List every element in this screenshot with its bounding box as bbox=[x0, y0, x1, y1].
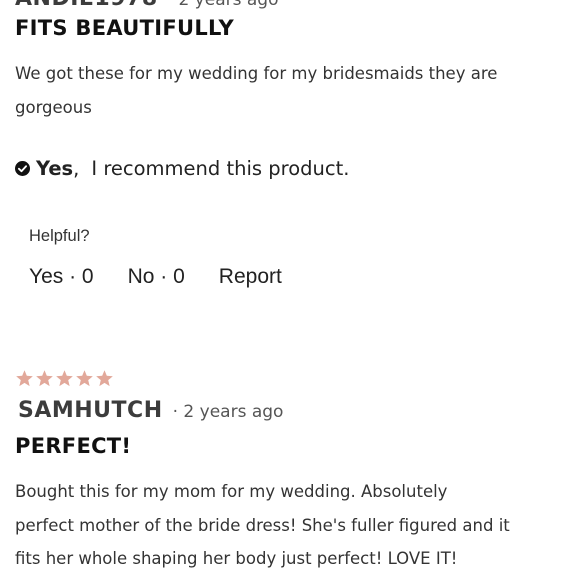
review-title-block: FITS BEAUTIFULLY bbox=[15, 16, 565, 40]
review-title-block: PERFECT! bbox=[15, 434, 565, 458]
reviewer-line: ANDIE1978 · 2 years ago bbox=[15, 0, 565, 11]
review-body: Bought this for my mom for my wedding. A… bbox=[15, 482, 510, 568]
star-icon bbox=[36, 370, 53, 387]
star-icon bbox=[56, 370, 73, 387]
star-rating bbox=[15, 369, 565, 388]
reviewer-block: SAMHUTCH · 2 years ago bbox=[15, 398, 565, 423]
helpful-no-button[interactable]: No · 0 bbox=[128, 265, 185, 289]
helpful-label: Helpful? bbox=[29, 227, 90, 245]
recommend-yes: Yes bbox=[36, 157, 74, 180]
star-icon bbox=[76, 370, 93, 387]
review-age: · 2 years ago bbox=[172, 402, 284, 422]
review-body-block: We got these for my wedding for my bride… bbox=[15, 57, 565, 124]
check-circle-icon bbox=[15, 161, 30, 176]
recommend-block: Yes, I recommend this product. bbox=[15, 157, 565, 180]
recommend-statement: Yes, I recommend this product. bbox=[15, 157, 565, 180]
helpful-yes-button[interactable]: Yes · 0 bbox=[29, 265, 94, 289]
reviewer-name: ANDIE1978 bbox=[15, 0, 158, 11]
reviewer-line: SAMHUTCH · 2 years ago bbox=[18, 398, 565, 423]
review-title: PERFECT! bbox=[15, 434, 132, 458]
recommend-text: I recommend this product. bbox=[91, 157, 350, 180]
reviewer-name: SAMHUTCH bbox=[18, 398, 163, 423]
review-card bbox=[15, 369, 565, 388]
review-age: · 2 years ago bbox=[167, 0, 279, 10]
star-icon bbox=[96, 370, 113, 387]
reviews-page: ANDIE1978 · 2 years ago FITS BEAUTIFULLY… bbox=[0, 0, 580, 580]
review-body-block: Bought this for my mom for my wedding. A… bbox=[15, 475, 565, 576]
recommend-comma: , bbox=[73, 157, 80, 180]
helpful-vote-row: Yes · 0 No · 0 Report bbox=[29, 265, 282, 289]
review-body: We got these for my wedding for my bride… bbox=[15, 64, 498, 117]
report-button[interactable]: Report bbox=[219, 265, 282, 289]
star-icon bbox=[16, 370, 33, 387]
review-title: FITS BEAUTIFULLY bbox=[15, 16, 234, 40]
review-card: ANDIE1978 · 2 years ago bbox=[15, 0, 565, 11]
